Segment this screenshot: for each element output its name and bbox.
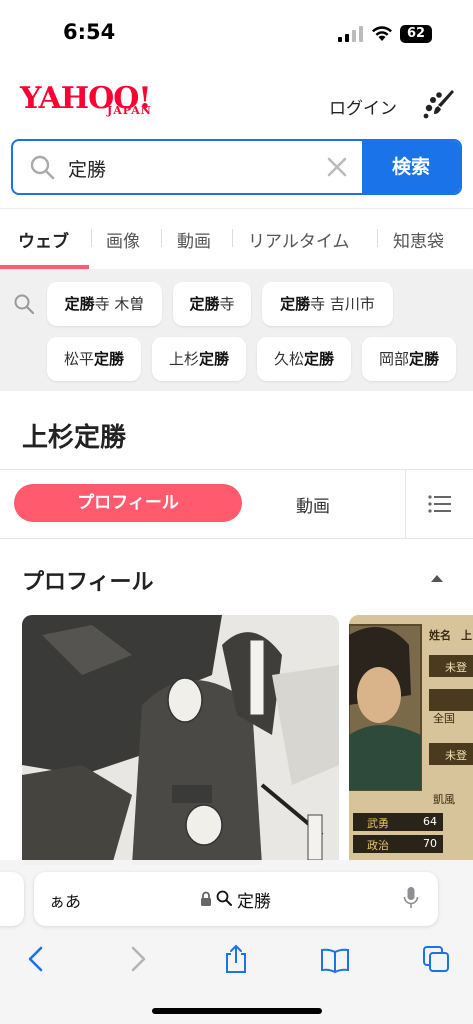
card-stat-value: 70 (423, 837, 437, 850)
card-name-label: 姓名 (429, 629, 451, 642)
divider (0, 469, 473, 470)
search-icon (30, 155, 55, 180)
card-stat-label: 武勇 (367, 817, 389, 830)
card-field: 凱風 (433, 793, 455, 806)
collapse-triangle-icon[interactable] (429, 572, 445, 584)
lock-icon (201, 891, 211, 906)
card-name-char: 上 (461, 629, 472, 642)
theme-brush-icon[interactable] (421, 88, 457, 120)
clear-icon[interactable] (325, 155, 349, 179)
related-searches: 定勝寺 木曽 定勝寺 定勝寺 吉川市 松平定勝 上杉定勝 久松定勝 岡部定勝 (0, 269, 473, 391)
logo-subtext: JAPAN (107, 104, 152, 117)
tab-divider (91, 229, 92, 247)
cellular-signal-icon (338, 26, 363, 42)
share-icon[interactable] (221, 944, 251, 974)
suggestion-chip[interactable]: 岡部定勝 (362, 337, 456, 381)
search-box: 定勝 検索 (11, 139, 462, 195)
tab-images[interactable]: 画像 (106, 227, 140, 252)
search-button[interactable]: 検索 (362, 141, 460, 193)
card-field: 全国 (433, 712, 455, 725)
tabs-icon[interactable] (421, 944, 451, 974)
page-settings-button[interactable]: ぁあ (49, 888, 81, 912)
tab-chiebukuro[interactable]: 知恵袋 (393, 227, 444, 252)
card-field: 未登 (445, 661, 467, 674)
tab-divider (377, 229, 378, 247)
tab-divider (232, 229, 233, 247)
tab-realtime[interactable]: リアルタイム (248, 227, 350, 252)
search-icon (14, 294, 35, 315)
suggestion-chip[interactable]: 久松定勝 (257, 337, 351, 381)
previous-tab-preview[interactable] (0, 872, 24, 926)
forward-icon[interactable] (122, 944, 152, 974)
card-field: 未登 (445, 749, 467, 762)
search-icon (216, 890, 232, 906)
suggestion-chip[interactable]: 定勝寺 (173, 282, 251, 326)
bookmarks-icon[interactable] (320, 944, 350, 974)
divider (0, 538, 473, 539)
wifi-icon (372, 26, 392, 41)
battery-indicator: 62 (400, 25, 432, 43)
tab-web[interactable]: ウェブ (18, 227, 69, 252)
login-link[interactable]: ログイン (329, 94, 397, 119)
game-card-image[interactable]: 姓名 上 未登 全国 未登 凱風 武勇 64 政治 70 (349, 615, 473, 865)
back-icon[interactable] (22, 944, 52, 974)
suggestion-chip[interactable]: 上杉定勝 (152, 337, 246, 381)
card-stat-value: 64 (423, 815, 437, 828)
search-type-tabs: ウェブ 画像 動画 リアルタイム 知恵袋 (0, 208, 473, 269)
tab-entity-video[interactable]: 動画 (296, 492, 330, 517)
suggestion-chip[interactable]: 定勝寺 吉川市 (262, 282, 393, 326)
menu-list-button[interactable] (405, 470, 473, 538)
address-bar[interactable]: ぁあ 定勝 (34, 872, 438, 926)
portrait-image[interactable] (22, 615, 339, 865)
suggestion-chip[interactable]: 松平定勝 (47, 337, 141, 381)
tab-videos[interactable]: 動画 (177, 227, 211, 252)
search-input[interactable]: 定勝 (68, 155, 106, 182)
tab-divider (161, 229, 162, 247)
list-icon (428, 495, 451, 513)
url-text: 定勝 (237, 892, 271, 912)
status-time: 6:54 (63, 20, 116, 44)
section-title: プロフィール (22, 570, 154, 595)
home-indicator (152, 1008, 322, 1014)
microphone-icon[interactable] (403, 886, 419, 910)
portrait-illustration (22, 615, 339, 865)
entity-title: 上杉定勝 (22, 423, 127, 453)
suggestion-chip[interactable]: 定勝寺 木曽 (47, 282, 162, 326)
card-stat-label: 政治 (367, 839, 389, 852)
safari-address-bar-area: ぁあ 定勝 (0, 860, 473, 940)
tab-profile[interactable]: プロフィール (14, 484, 242, 522)
status-bar: 6:54 62 (0, 0, 473, 66)
